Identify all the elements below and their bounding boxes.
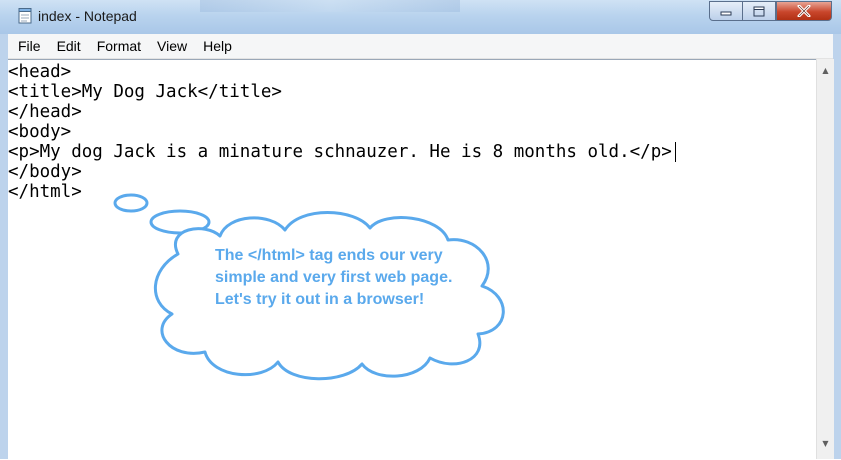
thought-bubble: [113, 193, 505, 381]
thought-dot-small: [113, 193, 149, 213]
callout-text: The </html> tag ends our very simple and…: [215, 247, 453, 308]
